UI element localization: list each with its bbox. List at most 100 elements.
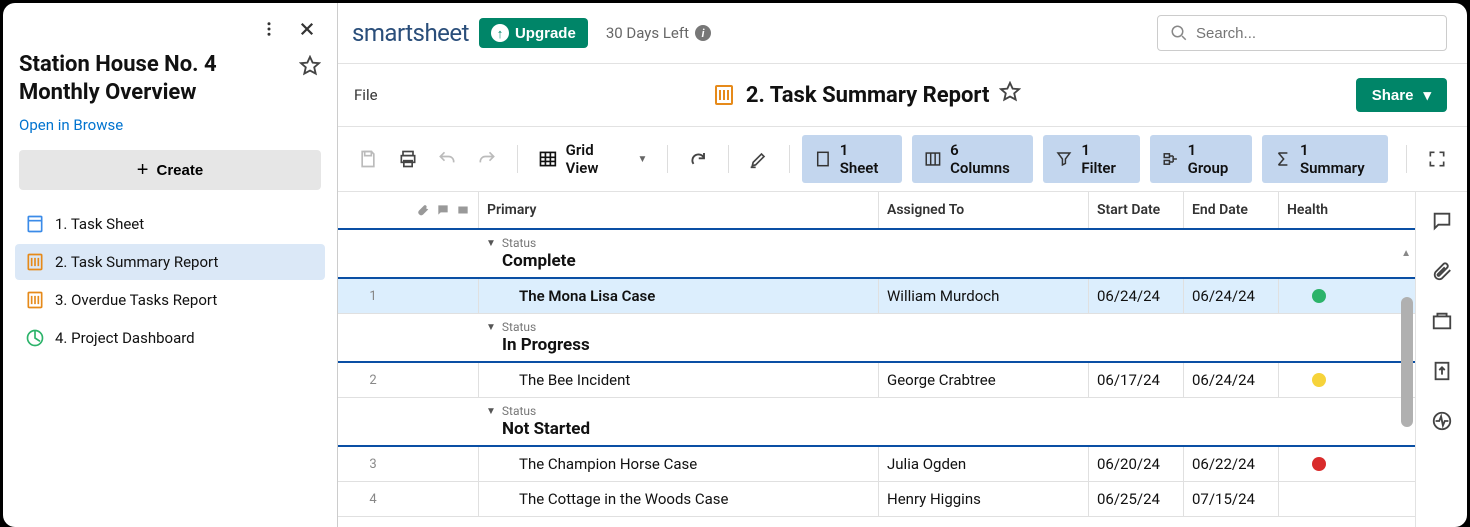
cell-primary[interactable]: The Champion Horse Case — [478, 447, 878, 481]
row-icons[interactable] — [408, 482, 478, 516]
refresh-icon[interactable] — [680, 143, 716, 175]
sidebar-item-project-dashboard[interactable]: 4. Project Dashboard — [15, 320, 325, 356]
cell-assigned[interactable]: Henry Higgins — [878, 482, 1088, 516]
report-icon — [25, 290, 45, 310]
search-input-wrap[interactable] — [1157, 15, 1447, 51]
sidebar-item-task-summary-report[interactable]: 2. Task Summary Report — [15, 244, 325, 280]
attachment-icon[interactable] — [1431, 260, 1453, 282]
upgrade-label: Upgrade — [515, 25, 576, 42]
columns-icon — [924, 150, 942, 168]
search-icon — [1170, 24, 1188, 42]
cell-start-date[interactable]: 06/20/24 — [1088, 447, 1183, 481]
health-dot — [1312, 373, 1326, 387]
cell-assigned[interactable]: George Crabtree — [878, 363, 1088, 397]
scroll-up-icon[interactable]: ▲ — [1401, 248, 1411, 259]
info-icon[interactable]: i — [695, 25, 711, 41]
cell-health[interactable] — [1278, 447, 1358, 481]
sheet-icon — [814, 150, 832, 168]
proof-icon — [456, 203, 470, 217]
col-start[interactable]: Start Date — [1088, 192, 1183, 228]
row-icons[interactable] — [408, 363, 478, 397]
sigma-icon — [1274, 150, 1292, 168]
file-menu[interactable]: File — [354, 86, 378, 104]
open-in-browse-link[interactable]: Open in Browse — [15, 110, 325, 150]
close-icon[interactable] — [297, 19, 317, 39]
sheet-pill[interactable]: 1 Sheet — [802, 135, 902, 183]
table-row[interactable]: 1The Mona Lisa CaseWilliam Murdoch06/24/… — [338, 279, 1415, 314]
comment-icon[interactable] — [1431, 210, 1453, 232]
attachment-icon — [416, 203, 430, 217]
dashboard-icon — [25, 328, 45, 348]
publish-icon[interactable] — [1431, 360, 1453, 382]
group-icon — [1162, 150, 1180, 168]
star-icon[interactable] — [999, 81, 1021, 109]
sidebar-item-overdue-tasks-report[interactable]: 3. Overdue Tasks Report — [15, 282, 325, 318]
row-number: 3 — [338, 447, 408, 481]
table-row[interactable]: 2The Bee IncidentGeorge Crabtree06/17/24… — [338, 363, 1415, 398]
cell-assigned[interactable]: Julia Ogden — [878, 447, 1088, 481]
activity-icon[interactable] — [1431, 410, 1453, 432]
cell-health[interactable] — [1278, 279, 1358, 313]
col-assigned[interactable]: Assigned To — [878, 192, 1088, 228]
grid-view-selector[interactable]: Grid View ▼ — [530, 137, 656, 181]
cell-end-date[interactable]: 06/24/24 — [1183, 279, 1278, 313]
cell-assigned[interactable]: William Murdoch — [878, 279, 1088, 313]
expand-icon[interactable] — [1419, 143, 1455, 175]
group-header[interactable]: ▼StatusNot Started — [338, 398, 1415, 447]
summary-pill[interactable]: 1 Summary — [1262, 135, 1388, 183]
upgrade-arrow-icon: ↑ — [491, 24, 509, 42]
more-icon[interactable] — [259, 19, 279, 39]
table-row[interactable]: 4The Cottage in the Woods CaseHenry Higg… — [338, 482, 1415, 517]
cell-end-date[interactable]: 06/22/24 — [1183, 447, 1278, 481]
sidebar-item-label: 3. Overdue Tasks Report — [55, 291, 217, 309]
cell-end-date[interactable]: 06/24/24 — [1183, 363, 1278, 397]
group-value: In Progress — [486, 335, 1415, 355]
grid-icon — [538, 149, 558, 169]
cell-primary[interactable]: The Bee Incident — [478, 363, 878, 397]
group-value: Not Started — [486, 419, 1415, 439]
main: smartsheet ↑ Upgrade 30 Days Left i File… — [338, 3, 1467, 527]
cell-start-date[interactable]: 06/17/24 — [1088, 363, 1183, 397]
days-left-label: 30 Days Left i — [606, 24, 711, 42]
sidebar-item-label: 2. Task Summary Report — [55, 253, 218, 271]
cell-end-date[interactable]: 07/15/24 — [1183, 482, 1278, 516]
cell-health[interactable] — [1278, 482, 1358, 516]
proof-icon[interactable] — [1431, 310, 1453, 332]
cell-primary[interactable]: The Mona Lisa Case — [478, 279, 878, 313]
nav-list: 1. Task Sheet 2. Task Summary Report 3. … — [15, 206, 325, 356]
sidebar-item-label: 1. Task Sheet — [55, 215, 144, 233]
columns-pill[interactable]: 6 Columns — [912, 135, 1033, 183]
group-field-label: Status — [502, 236, 536, 250]
row-icons[interactable] — [408, 447, 478, 481]
group-field-label: Status — [502, 404, 536, 418]
cell-health[interactable] — [1278, 363, 1358, 397]
share-label: Share — [1372, 87, 1414, 104]
brand-logo: smartsheet — [346, 19, 469, 47]
search-input[interactable] — [1196, 25, 1434, 42]
cell-start-date[interactable]: 06/25/24 — [1088, 482, 1183, 516]
group-header[interactable]: ▼StatusComplete — [338, 230, 1415, 279]
upgrade-button[interactable]: ↑ Upgrade — [479, 18, 588, 48]
group-pill[interactable]: 1 Group — [1150, 135, 1252, 183]
cell-primary[interactable]: The Cottage in the Woods Case — [478, 482, 878, 516]
cell-start-date[interactable]: 06/24/24 — [1088, 279, 1183, 313]
grid-header: Primary Assigned To Start Date End Date … — [338, 192, 1415, 230]
col-health[interactable]: Health — [1278, 192, 1358, 228]
col-end[interactable]: End Date — [1183, 192, 1278, 228]
report-icon — [25, 252, 45, 272]
title-row: File 2. Task Summary Report Share ▾ — [338, 63, 1467, 127]
col-primary[interactable]: Primary — [478, 192, 878, 228]
print-icon[interactable] — [390, 143, 426, 175]
filter-pill[interactable]: 1 Filter — [1043, 135, 1139, 183]
highlight-icon[interactable] — [741, 143, 777, 175]
star-icon[interactable] — [299, 55, 321, 77]
sidebar-item-task-sheet[interactable]: 1. Task Sheet — [15, 206, 325, 242]
row-icons[interactable] — [408, 279, 478, 313]
grid[interactable]: Primary Assigned To Start Date End Date … — [338, 192, 1415, 527]
scrollbar-thumb[interactable] — [1401, 297, 1413, 427]
share-button[interactable]: Share ▾ — [1356, 78, 1447, 112]
table-row[interactable]: 3 The Champion Horse CaseJulia Ogden06/20… — [338, 447, 1415, 482]
group-header[interactable]: ▼StatusIn Progress — [338, 314, 1415, 363]
create-button[interactable]: + Create — [19, 150, 321, 190]
caret-down-icon: ▼ — [486, 322, 496, 333]
